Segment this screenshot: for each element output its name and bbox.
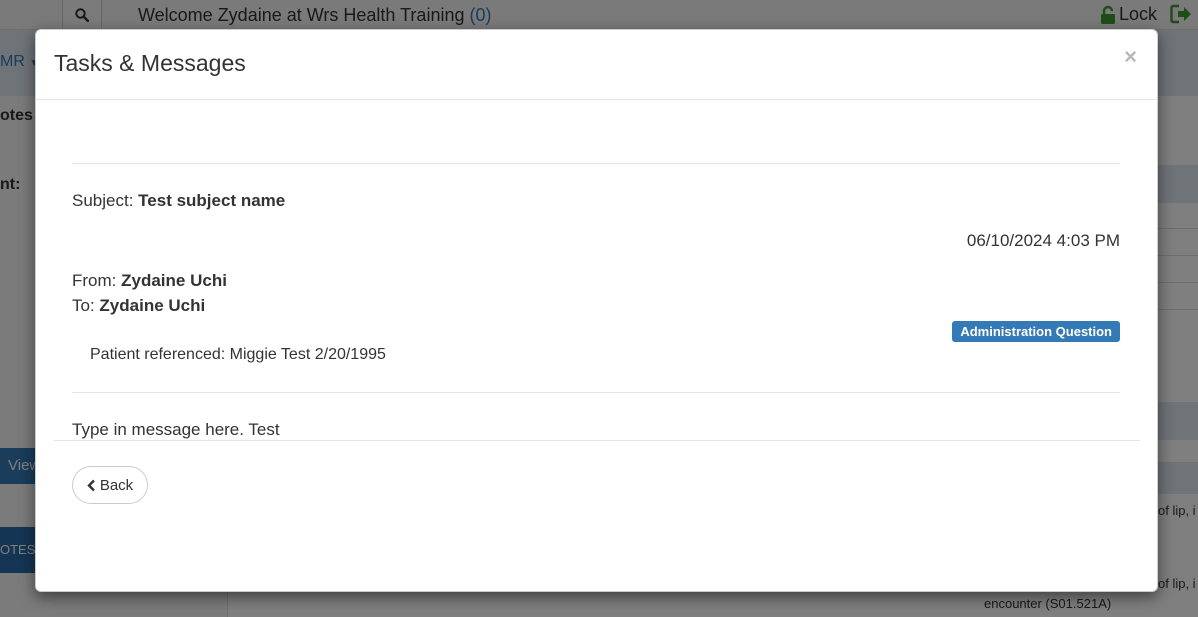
- chevron-left-icon: [87, 479, 95, 491]
- divider: [72, 163, 1120, 164]
- message-to: To: Zydaine Uchi: [72, 296, 205, 316]
- message-subject: Subject: Test subject name: [72, 191, 285, 211]
- close-icon[interactable]: ×: [1124, 46, 1137, 68]
- subject-value: Test subject name: [138, 191, 286, 210]
- tasks-messages-modal: Tasks & Messages × Subject: Test subject…: [35, 29, 1158, 592]
- divider: [72, 392, 1120, 393]
- message-from: From: Zydaine Uchi: [72, 271, 227, 291]
- subject-label: Subject:: [72, 191, 134, 210]
- to-value: Zydaine Uchi: [99, 296, 206, 315]
- patient-referenced: Patient referenced: Miggie Test 2/20/199…: [90, 346, 386, 363]
- back-label: Back: [99, 476, 134, 494]
- modal-title: Tasks & Messages: [54, 50, 246, 76]
- message-body: Type in message here. Test: [72, 420, 280, 439]
- message-timestamp: 06/10/2024 4:03 PM: [966, 231, 1120, 250]
- back-button[interactable]: Back: [72, 466, 148, 504]
- from-label: From:: [72, 271, 117, 290]
- modal-footer-divider: [54, 440, 1140, 441]
- from-value: Zydaine Uchi: [121, 271, 227, 290]
- modal-header: Tasks & Messages ×: [36, 30, 1157, 100]
- to-label: To:: [72, 296, 95, 315]
- category-badge: Administration Question: [952, 321, 1120, 342]
